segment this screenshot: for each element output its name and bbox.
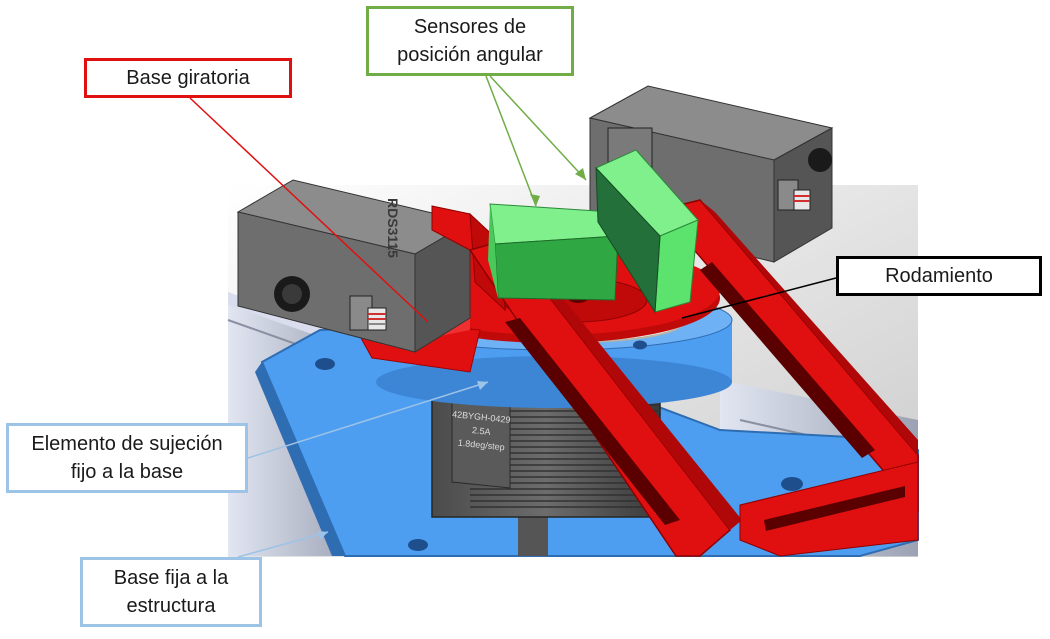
label-base-fija-line1: Base fija a la xyxy=(113,567,229,589)
label-bearing: Rodamiento xyxy=(836,256,1042,296)
mount-hole xyxy=(633,340,647,350)
label-rodamiento-text: Rodamiento xyxy=(885,265,993,287)
label-angular-position-sensors: Sensores de posición angular xyxy=(366,6,574,76)
servo-model-mark: RDS3115 xyxy=(385,198,401,258)
label-sensors-line1: Sensores de xyxy=(413,16,527,38)
leader-sensor-right xyxy=(489,75,587,181)
label-elemento-line2: fijo a la base xyxy=(70,461,184,483)
mount-hole xyxy=(315,358,335,370)
label-rotating-base: Base giratoria xyxy=(84,58,292,98)
label-fixed-base: Base fija a la estructura xyxy=(80,557,262,627)
label-clamping-element: Elemento de sujeción fijo a la base xyxy=(6,423,248,493)
label-base-fija-line2: estructura xyxy=(126,595,216,617)
label-base-giratoria-text: Base giratoria xyxy=(126,67,250,89)
label-sensors-line2: posición angular xyxy=(397,44,543,66)
mount-hole xyxy=(781,477,803,491)
mount-hole xyxy=(408,539,428,551)
motor-label-line2: 2.5A xyxy=(472,425,491,437)
label-elemento-line1: Elemento de sujeción xyxy=(31,433,223,455)
